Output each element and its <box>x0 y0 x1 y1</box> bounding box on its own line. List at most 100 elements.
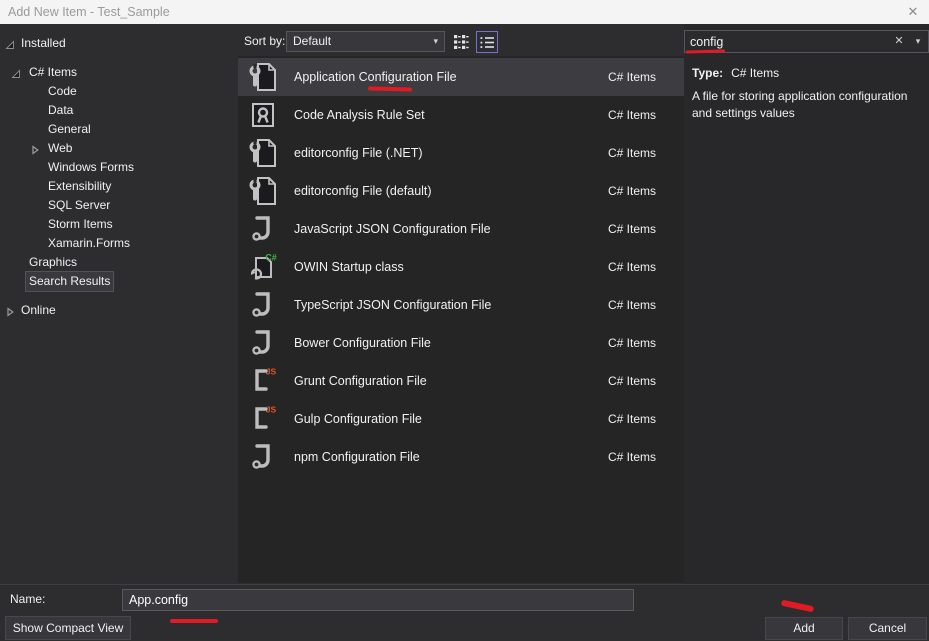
expanded-triangle-icon[interactable] <box>11 66 21 76</box>
tree-item-storm-items[interactable]: Storm Items <box>0 214 238 233</box>
tree-item-label: Xamarin.Forms <box>44 233 134 254</box>
list-item-name: editorconfig File (.NET) <box>294 134 423 172</box>
list-item-name: OWIN Startup class <box>294 248 404 286</box>
list-item-name: editorconfig File (default) <box>294 172 432 210</box>
tree-item-c-items[interactable]: C# Items <box>0 62 238 81</box>
add-button[interactable]: Add <box>765 617 843 640</box>
list-item-owin-startup-class[interactable]: C# OWIN Startup class C# Items <box>238 248 684 286</box>
tree-item-label: Storm Items <box>44 214 117 235</box>
svg-text:JS: JS <box>266 405 277 415</box>
json-file-icon <box>246 440 280 474</box>
tree-item-code[interactable]: Code <box>0 81 238 100</box>
dialog-title: Add New Item - Test_Sample <box>8 0 170 24</box>
list-item-name: JavaScript JSON Configuration File <box>294 210 491 248</box>
list-item-name: Bower Configuration File <box>294 324 431 362</box>
config-file-icon <box>246 136 280 170</box>
tree-item-search-results[interactable]: Search Results <box>0 271 238 290</box>
tree-item-data[interactable]: Data <box>0 100 238 119</box>
chevron-down-icon: ▾ <box>433 32 438 51</box>
item-description: A file for storing application configura… <box>692 88 924 122</box>
type-value: C# Items <box>731 66 779 80</box>
tree-item-online[interactable]: Online <box>0 300 238 319</box>
tree-item-label: Data <box>44 100 77 121</box>
list-item-category: C# Items <box>608 362 656 400</box>
tree-item-xamarin-forms[interactable]: Xamarin.Forms <box>0 233 238 252</box>
config-file-icon <box>246 174 280 208</box>
config-file-icon <box>246 60 280 94</box>
name-label: Name: <box>10 592 45 606</box>
tree-item-label: Web <box>44 138 76 159</box>
json-file-icon <box>246 212 280 246</box>
tree-item-label: SQL Server <box>44 195 114 216</box>
list-item-editorconfig-file-net[interactable]: editorconfig File (.NET) C# Items <box>238 134 684 172</box>
list-item-javascript-json-configuration-file[interactable]: JavaScript JSON Configuration File C# Ite… <box>238 210 684 248</box>
list-item-category: C# Items <box>608 134 656 172</box>
expanded-triangle-icon[interactable] <box>5 37 15 47</box>
json-file-icon <box>246 288 280 322</box>
cancel-button[interactable]: Cancel <box>848 617 927 640</box>
tree-item-label: Extensibility <box>44 176 115 197</box>
add-new-item-dialog: Add New Item - Test_Sample ✕ Installed C#… <box>0 0 929 641</box>
list-view-icon <box>480 36 495 49</box>
tree-item-web[interactable]: Web <box>0 138 238 157</box>
tree-item-sql-server[interactable]: SQL Server <box>0 195 238 214</box>
tree-item-label: General <box>44 119 95 140</box>
list-item-editorconfig-file-default[interactable]: editorconfig File (default) C# Items <box>238 172 684 210</box>
list-item-bower-configuration-file[interactable]: Bower Configuration File C# Items <box>238 324 684 362</box>
tree-item-label: Search Results <box>25 271 114 292</box>
name-input[interactable] <box>122 589 634 611</box>
js-file-icon: JS <box>246 402 280 436</box>
tree-item-windows-forms[interactable]: Windows Forms <box>0 157 238 176</box>
collapsed-triangle-icon[interactable] <box>5 304 15 314</box>
list-item-grunt-configuration-file[interactable]: JS Grunt Configuration File C# Items <box>238 362 684 400</box>
owin-class-icon: C# <box>246 250 280 284</box>
list-item-application-configuration-file[interactable]: Application Configuration FileC# Items <box>238 58 684 96</box>
list-item-category: C# Items <box>608 400 656 438</box>
js-file-icon: JS <box>246 364 280 398</box>
tree-item-installed[interactable]: Installed <box>0 33 238 52</box>
list-item-category: C# Items <box>608 210 656 248</box>
list-item-name: TypeScript JSON Configuration File <box>294 286 491 324</box>
svg-text:C#: C# <box>265 253 277 263</box>
titlebar: Add New Item - Test_Sample ✕ <box>0 0 929 24</box>
collapsed-triangle-icon[interactable] <box>30 142 40 152</box>
search-history-chevron-icon[interactable]: ▾ <box>912 31 924 52</box>
sort-by-label: Sort by: <box>244 34 285 48</box>
list-item-npm-configuration-file[interactable]: npm Configuration File C# Items <box>238 438 684 476</box>
sort-by-dropdown[interactable]: Default ▾ <box>286 31 445 52</box>
tree-item-extensibility[interactable]: Extensibility <box>0 176 238 195</box>
tree-item-general[interactable]: General <box>0 119 238 138</box>
category-tree: Installed C# ItemsCodeDataGeneralWebWindo… <box>0 24 238 319</box>
show-compact-view-button[interactable]: Show Compact View <box>5 616 131 640</box>
tree-item-label: C# Items <box>25 62 81 83</box>
json-file-icon <box>246 326 280 360</box>
list-item-code-analysis-rule-set[interactable]: Code Analysis Rule Set C# Items <box>238 96 684 134</box>
small-icons-view-button[interactable] <box>450 31 472 53</box>
list-item-category: C# Items <box>608 172 656 210</box>
list-item-name: npm Configuration File <box>294 438 420 476</box>
list-item-category: C# Items <box>608 438 656 476</box>
list-item-name: Code Analysis Rule Set <box>294 96 425 134</box>
red-annotation-name-input <box>170 619 218 623</box>
sort-by-value: Default <box>293 34 331 48</box>
tree-item-label: Installed <box>17 33 70 54</box>
grid-view-icon <box>453 34 470 50</box>
template-list: Application Configuration FileC# ItemsCo… <box>238 56 684 476</box>
close-icon[interactable]: ✕ <box>903 0 923 24</box>
list-item-category: C# Items <box>608 96 656 134</box>
list-view-button[interactable] <box>476 31 498 53</box>
tree-item-label: Windows Forms <box>44 157 138 178</box>
type-label: Type: <box>692 66 723 80</box>
type-row: Type: C# Items <box>692 66 779 80</box>
list-item-typescript-json-configuration-file[interactable]: TypeScript JSON Configuration FileC# Ite… <box>238 286 684 324</box>
list-item-name: Gulp Configuration File <box>294 400 422 438</box>
list-item-category: C# Items <box>608 324 656 362</box>
tree-item-label: Code <box>44 81 81 102</box>
list-item-name: Grunt Configuration File <box>294 362 427 400</box>
tree-item-graphics[interactable]: Graphics <box>0 252 238 271</box>
list-item-category: C# Items <box>608 248 656 286</box>
search-clear-icon[interactable]: ✕ <box>891 31 907 52</box>
tree-item-label: Online <box>17 300 60 321</box>
list-item-gulp-configuration-file[interactable]: JS Gulp Configuration File C# Items <box>238 400 684 438</box>
list-item-category: C# Items <box>608 58 656 96</box>
